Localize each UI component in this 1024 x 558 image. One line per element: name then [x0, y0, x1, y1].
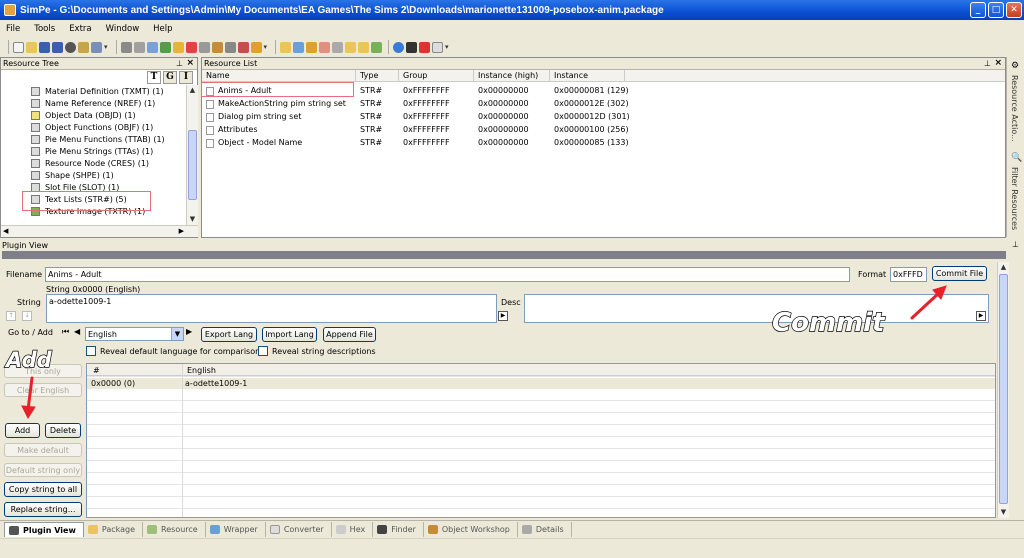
- add-arrowhead-icon: [21, 405, 36, 420]
- commit-arrow-icon: [910, 290, 942, 320]
- annotation-arrows: [21, 285, 947, 420]
- add-arrow-icon: [26, 376, 34, 412]
